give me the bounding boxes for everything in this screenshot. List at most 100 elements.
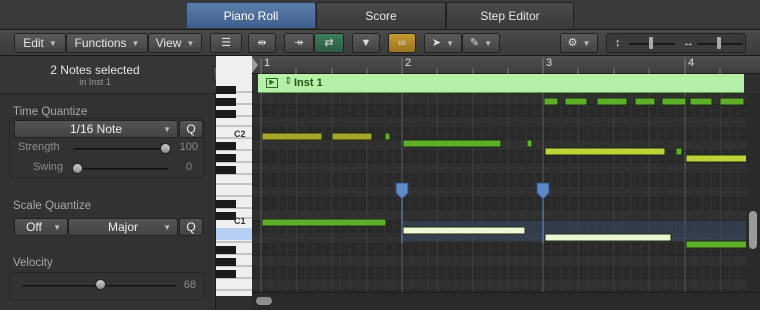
midi-note[interactable] [685, 154, 746, 163]
midi-in-button[interactable]: ⇹ [248, 33, 276, 53]
midi-note[interactable] [675, 147, 683, 156]
tab-piano-roll[interactable]: Piano Roll [186, 2, 316, 28]
piano-keyboard[interactable]: C2 C1 [216, 56, 252, 296]
midi-note[interactable] [526, 139, 533, 148]
note-grid[interactable] [252, 93, 746, 292]
q-label: Q [186, 122, 196, 136]
chevron-down-icon: ▼ [53, 222, 61, 232]
ruler-bar-1: 1 [264, 57, 271, 69]
pointer-tool-icon: ➤ [431, 36, 442, 49]
time-quantize-value: 1/16 Note [69, 122, 123, 136]
zoom-controls: ↕ ↔ [606, 33, 746, 53]
q-label: Q [186, 220, 196, 234]
chevron-down-icon: ▼ [446, 38, 455, 48]
midi-out-button[interactable]: ↠ [284, 33, 314, 53]
tab-step-editor[interactable]: Step Editor [446, 2, 574, 28]
functions-menu-label: Functions [74, 36, 127, 50]
scale-quantize-mode-select[interactable]: Off ▼ [14, 218, 68, 236]
ruler-ticks [252, 57, 721, 74]
midi-in-icon: ⇹ [257, 36, 267, 49]
velocity-slider-knob[interactable] [95, 279, 106, 290]
midi-note[interactable] [402, 139, 502, 148]
ruler-bar-3: 3 [546, 57, 553, 69]
catch-button[interactable]: ☰ [210, 33, 242, 53]
pencil-tool-icon: ✎ [469, 36, 480, 49]
time-quantize-select[interactable]: 1/16 Note ▼ [14, 120, 178, 138]
midi-note[interactable] [543, 97, 559, 106]
key-label-c1: C1 [234, 216, 246, 226]
vertical-scroll-thumb[interactable] [749, 211, 757, 249]
region-arrows-icon: ⇕ [284, 76, 293, 87]
piano-roll-toolbar: Edit ▼ Functions ▼ View ▼ ☰ ⇹ ↠ ⇄ ▼ ∞ ➤ ▼ ✎ ▼… [0, 30, 760, 56]
midi-note[interactable] [331, 132, 373, 141]
tab-label: Piano Roll [223, 8, 279, 23]
chevron-down-icon: ▼ [131, 38, 140, 48]
midi-note[interactable] [544, 233, 672, 242]
tab-label: Score [365, 8, 397, 23]
velocity-label: Velocity [13, 257, 53, 269]
vertical-scrollbar[interactable] [746, 93, 760, 292]
selection-title: 2 Notes selected [50, 63, 140, 77]
region-loop-icon: ▶ [266, 78, 278, 88]
vertical-zoom-icon: ↕ [615, 36, 621, 49]
selection-header: 2 Notes selected in Inst 1 [0, 56, 233, 94]
midi-note[interactable] [261, 218, 387, 227]
catch-icon: ☰ [221, 36, 231, 49]
scale-quantize-q-button[interactable]: Q [179, 218, 203, 236]
gear-icon: ⚙ [567, 36, 578, 49]
pointer-tool-button[interactable]: ➤ ▼ [424, 33, 462, 53]
midi-note[interactable] [402, 226, 526, 235]
midi-note[interactable] [661, 97, 687, 106]
playhead-marker[interactable] [252, 57, 258, 73]
swing-slider-knob[interactable] [72, 163, 83, 174]
tab-label: Step Editor [480, 8, 540, 23]
swing-slider-track[interactable] [74, 168, 168, 170]
velocity-value: 68 [183, 279, 196, 291]
midi-note[interactable] [261, 132, 323, 141]
horizontal-zoom-slider[interactable] [717, 37, 721, 49]
note-grid-canvas [252, 93, 746, 292]
midi-note[interactable] [384, 132, 391, 141]
link-icon: ∞ [398, 36, 406, 49]
key-label-c2: C2 [234, 129, 246, 139]
edit-menu-label: Edit [23, 36, 44, 50]
time-quantize-q-button[interactable]: Q [179, 120, 203, 138]
green-midi-icon: ⇄ [324, 36, 334, 49]
midi-note[interactable] [544, 147, 666, 156]
chevron-down-icon: ▼ [163, 124, 171, 134]
piano-keys [216, 56, 252, 296]
strength-slider-track[interactable] [74, 148, 168, 150]
vertical-zoom-slider[interactable] [649, 37, 653, 49]
bar-ruler[interactable]: 1 2 3 4 [252, 56, 760, 74]
strength-label: Strength [18, 141, 60, 153]
filter-icon: ▼ [360, 36, 372, 49]
link-button[interactable]: ∞ [388, 33, 416, 53]
horizontal-scrollbar[interactable] [252, 292, 760, 310]
filter-button[interactable]: ▼ [352, 33, 380, 53]
midi-note[interactable] [634, 97, 656, 106]
swing-value: 0 [185, 161, 192, 173]
horizontal-scroll-thumb[interactable] [256, 297, 272, 305]
midi-thru-button[interactable]: ⇄ [314, 33, 344, 53]
edit-menu-button[interactable]: Edit ▼ [14, 33, 66, 53]
piano-roll-window: Piano Roll Score Step Editor Edit ▼ Funct… [0, 0, 760, 310]
editor-tab-bar: Piano Roll Score Step Editor [0, 0, 760, 30]
chevron-down-icon: ▼ [582, 38, 591, 48]
pencil-tool-button[interactable]: ✎ ▼ [462, 33, 500, 53]
midi-note[interactable] [719, 97, 745, 106]
midi-note[interactable] [685, 240, 746, 249]
tab-score[interactable]: Score [316, 2, 446, 28]
functions-menu-button[interactable]: Functions ▼ [66, 33, 148, 53]
horizontal-zoom-icon: ↔ [683, 36, 694, 49]
midi-note[interactable] [596, 97, 628, 106]
scale-value: Major [107, 220, 138, 234]
settings-button[interactable]: ⚙ ▼ [560, 33, 598, 53]
midi-note[interactable] [689, 97, 713, 106]
scale-quantize-scale-select[interactable]: Major ▼ [68, 218, 178, 236]
midi-note[interactable] [564, 97, 588, 106]
chevron-down-icon: ▼ [484, 38, 493, 48]
scale-mode-value: Off [26, 220, 42, 234]
scale-quantize-label: Scale Quantize [13, 200, 91, 212]
view-menu-button[interactable]: View ▼ [148, 33, 202, 53]
region-header[interactable]: ▶ ⇕ Inst 1 [258, 74, 744, 93]
